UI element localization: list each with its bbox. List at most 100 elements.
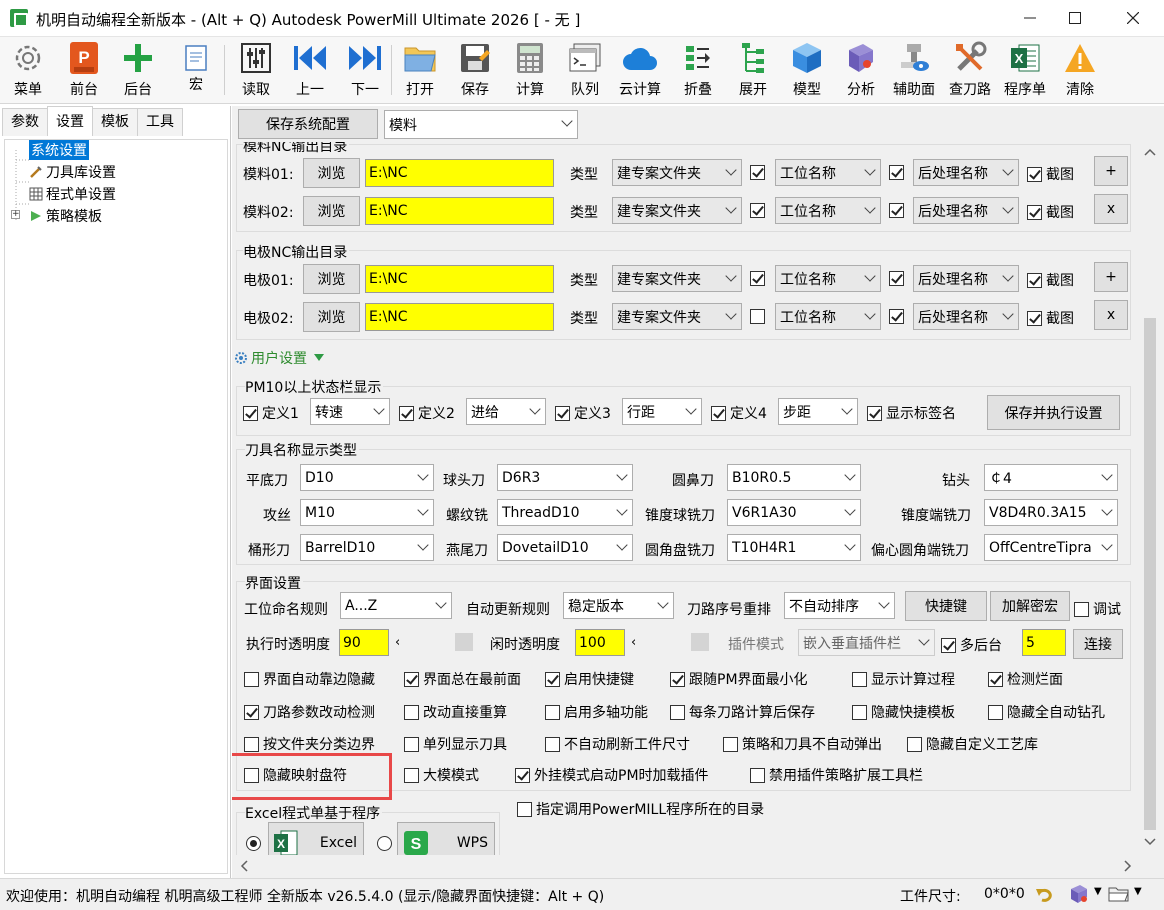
remove-row-button[interactable]: x xyxy=(1094,300,1128,330)
op-select[interactable]: 工位名称 xyxy=(775,159,881,186)
def4-checkbox[interactable]: 定义4 xyxy=(711,403,767,423)
dovetail-select[interactable]: DovetailD10 xyxy=(497,534,633,561)
hide-process-library-checkbox[interactable]: 隐藏自定义工艺库 xyxy=(907,734,1038,754)
browse-button[interactable]: 浏览 xyxy=(303,302,360,332)
clear-button[interactable]: 清除 xyxy=(1061,40,1099,100)
bull-nose-select[interactable]: B10R0.5 xyxy=(727,464,861,491)
tab-params[interactable]: 参数 xyxy=(2,108,48,136)
reorder-select[interactable]: 不自动排序 xyxy=(784,592,895,619)
save-button[interactable]: 保存 xyxy=(456,40,494,100)
analysis-button[interactable]: 分析 xyxy=(842,40,880,100)
previous-button[interactable]: 上一 xyxy=(291,40,329,100)
taper-end-select[interactable]: V8D4R0.3A15 xyxy=(984,499,1118,526)
wps-option[interactable]: S WPS xyxy=(397,822,495,855)
cloud-compute-button[interactable]: 云计算 xyxy=(617,40,663,100)
save-after-calc-checkbox[interactable]: 每条刀路计算后保存 xyxy=(670,702,815,722)
type-select[interactable]: 建专案文件夹 xyxy=(612,159,742,186)
post-checkbox[interactable] xyxy=(889,271,908,286)
folder-open-icon[interactable] xyxy=(1108,885,1130,903)
tab-tools[interactable]: 工具 xyxy=(137,108,183,136)
enable-shortcut-checkbox[interactable]: 启用快捷键 xyxy=(545,669,634,689)
folder-boundary-checkbox[interactable]: 按文件夹分类边界 xyxy=(244,734,375,754)
def1-checkbox[interactable]: 定义1 xyxy=(243,403,299,423)
hide-auto-drill-checkbox[interactable]: 隐藏全自动钻孔 xyxy=(988,702,1105,722)
background-button[interactable]: 后台 xyxy=(119,40,157,100)
def4-select[interactable]: 步距 xyxy=(778,398,858,425)
multi-background-checkbox[interactable]: 多后台 xyxy=(941,635,1002,655)
type-select[interactable]: 建专案文件夹 xyxy=(612,265,742,292)
follow-minimize-checkbox[interactable]: 跟随PM界面最小化 xyxy=(670,669,808,689)
screenshot-checkbox[interactable]: 截图 xyxy=(1027,164,1074,184)
save-config-button[interactable]: 保存系统配置 xyxy=(238,109,378,139)
open-button[interactable]: 打开 xyxy=(401,40,439,100)
excel-option[interactable]: X Excel xyxy=(268,822,364,855)
expand-button[interactable]: 展开 xyxy=(734,40,772,100)
post-select[interactable]: 后处理名称 xyxy=(913,197,1019,224)
tab-templates[interactable]: 模板 xyxy=(92,108,138,136)
mold-path-input[interactable]: E:\NC xyxy=(365,159,554,187)
model-button[interactable]: 模型 xyxy=(788,40,826,100)
op-select[interactable]: 工位名称 xyxy=(775,303,881,330)
plugin-mode-select[interactable]: 嵌入垂直插件栏 xyxy=(798,629,935,656)
def2-select[interactable]: 进给 xyxy=(466,398,546,425)
debug-checkbox[interactable]: 调试 xyxy=(1074,599,1121,619)
macro-button[interactable]: 宏 xyxy=(176,40,216,100)
foreground-button[interactable]: P 前台 xyxy=(65,40,103,100)
disc-mill-select[interactable]: T10H4R1 xyxy=(727,534,861,561)
shortcut-button[interactable]: 快捷键 xyxy=(905,591,987,621)
chevron-down-icon[interactable]: ▼ xyxy=(1134,886,1142,897)
param-change-detect-checkbox[interactable]: 刀路参数改动检测 xyxy=(244,702,375,722)
hide-quick-template-checkbox[interactable]: 隐藏快捷模板 xyxy=(852,702,955,722)
tree-item-system-settings[interactable]: 系统设置 xyxy=(29,140,89,160)
drill-select[interactable]: ￠4 xyxy=(984,464,1118,491)
auto-hide-checkbox[interactable]: 界面自动靠边隐藏 xyxy=(244,669,375,689)
disable-plugin-toolbar-checkbox[interactable]: 禁用插件策略扩展工具栏 xyxy=(750,765,923,785)
multi-axis-checkbox[interactable]: 启用多轴功能 xyxy=(545,702,648,722)
def2-checkbox[interactable]: 定义2 xyxy=(399,403,455,423)
exec-alpha-slider[interactable]: ‹ xyxy=(395,632,477,652)
ball-endmill-select[interactable]: D6R3 xyxy=(497,464,633,491)
op-checkbox[interactable] xyxy=(750,309,769,324)
menu-button[interactable]: 菜单 xyxy=(9,40,47,100)
show-calc-checkbox[interactable]: 显示计算过程 xyxy=(852,669,955,689)
program-sheet-button[interactable]: X 程序单 xyxy=(1002,40,1048,100)
save-apply-button[interactable]: 保存并执行设置 xyxy=(987,395,1120,430)
op-checkbox[interactable] xyxy=(750,271,769,286)
maximize-button[interactable] xyxy=(1048,0,1102,36)
browse-button[interactable]: 浏览 xyxy=(303,196,360,226)
horizontal-scrollbar[interactable] xyxy=(234,855,1140,877)
barrel-select[interactable]: BarrelD10 xyxy=(300,534,434,561)
browse-button[interactable]: 浏览 xyxy=(303,264,360,294)
analysis-icon[interactable] xyxy=(1068,883,1090,905)
naming-rule-select[interactable]: A...Z xyxy=(340,592,452,619)
browse-button[interactable]: 浏览 xyxy=(303,158,360,188)
tab-settings[interactable]: 设置 xyxy=(47,106,93,136)
recalc-on-change-checkbox[interactable]: 改动直接重算 xyxy=(404,702,507,722)
check-toolpath-button[interactable]: 查刀路 xyxy=(947,40,993,100)
add-row-button[interactable]: + xyxy=(1094,262,1128,292)
vertical-scrollbar[interactable] xyxy=(1140,142,1160,854)
queue-button[interactable]: 队列 xyxy=(566,40,604,100)
close-button[interactable] xyxy=(1106,0,1160,36)
excel-radio[interactable] xyxy=(246,836,261,851)
tree-item-strategy-templates[interactable]: 策略模板 xyxy=(29,206,102,226)
def1-select[interactable]: 转速 xyxy=(310,398,390,425)
auxiliary-surface-button[interactable]: 辅助面 xyxy=(890,40,938,100)
add-row-button[interactable]: + xyxy=(1094,156,1128,186)
exec-alpha-input[interactable]: 90 xyxy=(339,629,389,656)
screenshot-checkbox[interactable]: 截图 xyxy=(1027,308,1074,328)
def3-select[interactable]: 行距 xyxy=(622,398,702,425)
user-settings-toggle[interactable]: 用户设置 xyxy=(234,348,325,368)
no-refresh-size-checkbox[interactable]: 不自动刷新工件尺寸 xyxy=(545,734,690,754)
detect-bad-surface-checkbox[interactable]: 检测烂面 xyxy=(988,669,1063,689)
op-select[interactable]: 工位名称 xyxy=(775,197,881,224)
op-checkbox[interactable] xyxy=(750,203,769,218)
wps-radio[interactable] xyxy=(377,836,392,851)
post-checkbox[interactable] xyxy=(889,203,908,218)
single-column-tools-checkbox[interactable]: 单列显示刀具 xyxy=(404,734,507,754)
screenshot-checkbox[interactable]: 截图 xyxy=(1027,202,1074,222)
always-on-top-checkbox[interactable]: 界面总在最前面 xyxy=(404,669,521,689)
chevron-down-icon[interactable]: ▼ xyxy=(1094,886,1102,897)
no-auto-popup-checkbox[interactable]: 策略和刀具不自动弹出 xyxy=(723,734,882,754)
pm-directory-checkbox[interactable]: 指定调用PowerMILL程序所在的目录 xyxy=(517,799,764,819)
